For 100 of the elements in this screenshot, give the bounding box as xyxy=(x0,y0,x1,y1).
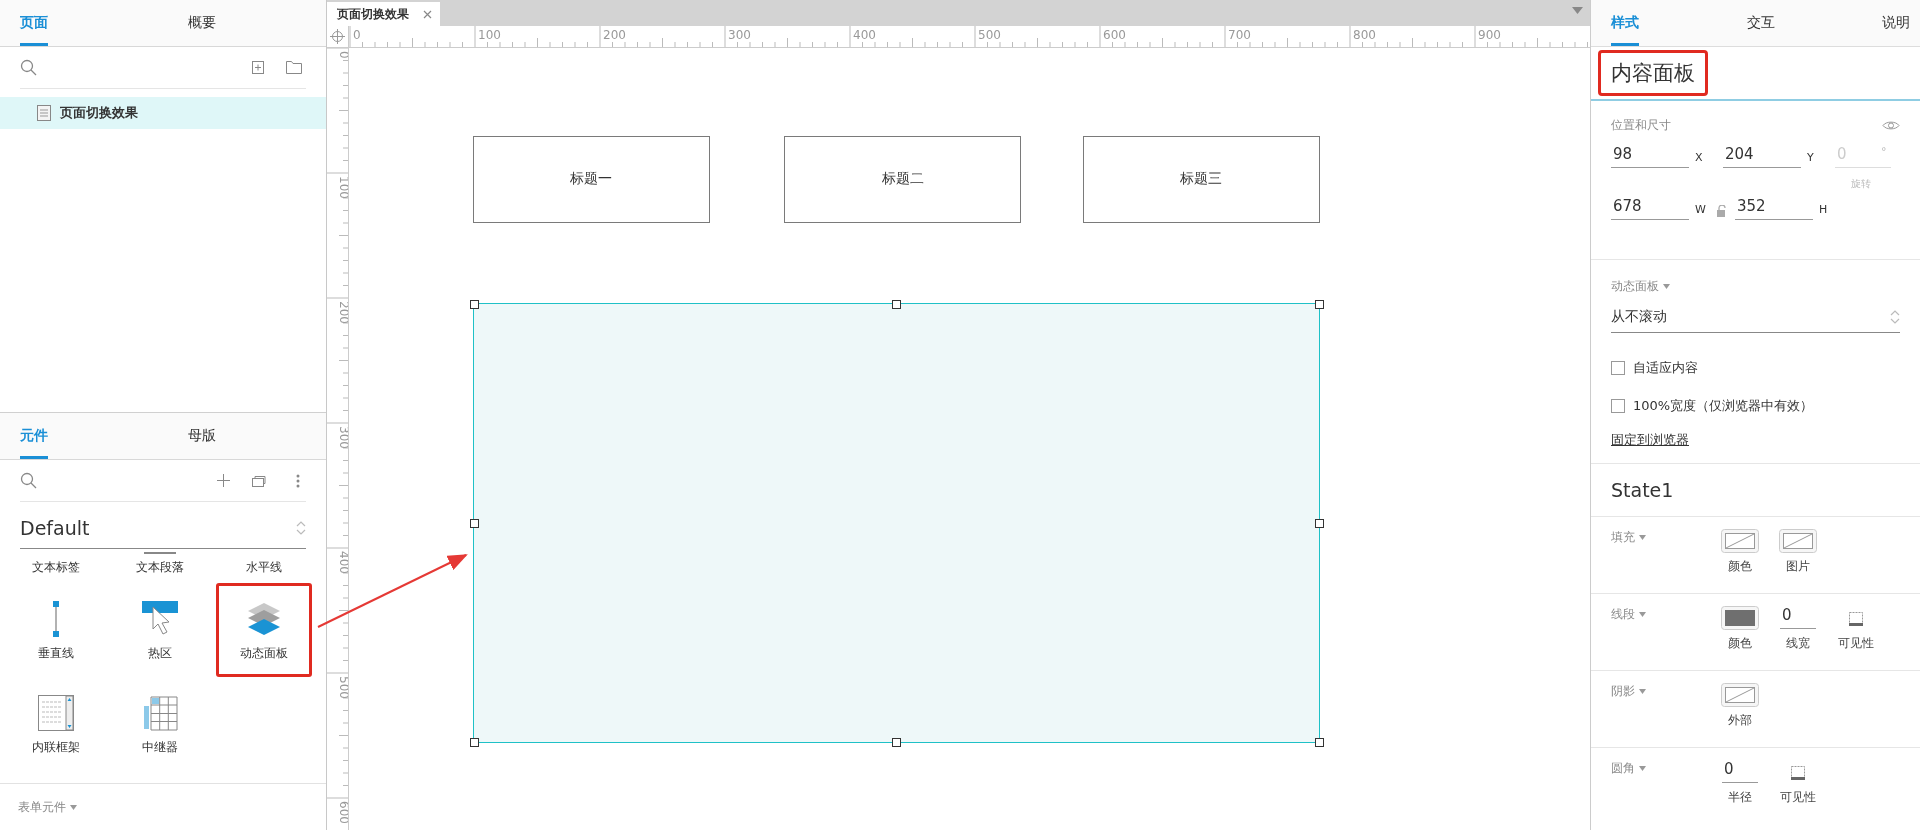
widget-item[interactable]: 文本段落 xyxy=(112,549,208,583)
color-swatch[interactable] xyxy=(1721,606,1759,630)
resize-handle[interactable] xyxy=(892,738,902,747)
vertical-line-icon xyxy=(51,601,61,637)
checkbox-label: 100%宽度（仅浏览器中有效） xyxy=(1633,397,1814,415)
page-item[interactable]: 页面切换效果 xyxy=(0,97,326,129)
unit-label: ° xyxy=(1881,144,1888,160)
folder-icon[interactable] xyxy=(286,61,302,74)
widget-label: 垂直线 xyxy=(38,645,74,662)
resize-handle[interactable] xyxy=(1315,300,1324,309)
widget-item[interactable]: 热区 xyxy=(112,583,208,677)
section-title[interactable]: 圆角 xyxy=(1611,759,1635,777)
section-title: 位置和尺寸 xyxy=(1611,116,1671,134)
caret-icon[interactable] xyxy=(1639,688,1646,694)
number-field[interactable]: 352 H xyxy=(1735,193,1831,220)
widget-label: 水平线 xyxy=(246,559,282,576)
document-tab[interactable]: 页面切换效果 xyxy=(327,2,440,26)
section-title[interactable]: 阴影 xyxy=(1611,682,1635,700)
title-box: 标题一 xyxy=(472,135,710,223)
empty-swatch[interactable] xyxy=(1721,529,1759,553)
property-caption: 外部 xyxy=(1728,712,1752,729)
empty-swatch[interactable] xyxy=(1779,529,1817,553)
inspector-tab[interactable]: 交互 xyxy=(1746,0,1775,46)
library-dropdown[interactable]: Default xyxy=(20,508,306,549)
search-icon[interactable] xyxy=(20,58,38,77)
widget-icon-edge xyxy=(144,552,176,554)
property-caption: 线宽 xyxy=(1786,635,1810,652)
number-field[interactable]: 0 xyxy=(1722,760,1758,783)
empty-swatch[interactable] xyxy=(1721,683,1759,707)
repeater-icon xyxy=(142,695,178,731)
inspector-tab[interactable]: 说明 xyxy=(1882,0,1910,46)
caret-icon[interactable] xyxy=(1639,534,1646,540)
updown-icon xyxy=(1890,309,1900,325)
pin-link[interactable]: 固定到浏览器 xyxy=(1611,431,1689,449)
resize-handle[interactable] xyxy=(1315,519,1324,528)
library-icon[interactable] xyxy=(252,474,268,487)
widget-label: 热区 xyxy=(148,645,172,662)
resize-handle[interactable] xyxy=(469,738,479,747)
search-icon[interactable] xyxy=(20,471,38,490)
section-title[interactable]: 填充 xyxy=(1611,528,1635,546)
inline-frame-icon xyxy=(38,695,74,731)
close-icon[interactable] xyxy=(423,9,432,19)
widget-item[interactable]: 文本标签 xyxy=(8,549,104,583)
resize-handle[interactable] xyxy=(469,300,479,309)
number-field[interactable]: 0 xyxy=(1780,606,1816,629)
caret-icon[interactable] xyxy=(1639,611,1646,617)
widget-label: 文本标签 xyxy=(32,559,80,576)
checkbox[interactable] xyxy=(1611,399,1625,413)
hotspot-icon xyxy=(142,601,178,637)
state-name: State1 xyxy=(1611,479,1674,501)
property-caption: 颜色 xyxy=(1728,635,1752,652)
page-icon xyxy=(37,105,51,121)
section-title[interactable]: 动态面板 xyxy=(1611,277,1659,295)
checkbox-label: 自适应内容 xyxy=(1633,359,1698,377)
lock-icon[interactable] xyxy=(1717,205,1727,217)
property-caption: 可见性 xyxy=(1780,789,1816,806)
field-caption: 旋转 xyxy=(1851,177,1871,191)
resize-handle[interactable] xyxy=(469,519,479,528)
checkbox[interactable] xyxy=(1611,361,1625,375)
caret-icon[interactable] xyxy=(70,804,77,810)
number-field[interactable]: 98 X xyxy=(1611,141,1707,168)
widget-item[interactable]: 水平线 xyxy=(216,549,312,583)
resize-handle[interactable] xyxy=(892,300,902,309)
eye-icon[interactable] xyxy=(1882,119,1900,131)
page-name[interactable]: 页面切换效果 xyxy=(60,104,138,122)
panel-tab[interactable]: 概要 xyxy=(188,0,216,46)
vertical-ruler: 0 100 200 300 400 500 600 xyxy=(327,48,349,830)
widget-item[interactable]: 中继器 xyxy=(112,677,208,771)
unit-label: Y xyxy=(1807,151,1815,166)
add-icon[interactable] xyxy=(217,474,230,487)
property-caption: 图片 xyxy=(1786,558,1810,575)
visibility-icon[interactable] xyxy=(1849,612,1863,626)
resize-handle[interactable] xyxy=(1315,738,1324,747)
property-caption: 半径 xyxy=(1728,789,1752,806)
caret-icon[interactable] xyxy=(1663,283,1670,289)
widget-item[interactable]: 垂直线 xyxy=(8,583,104,677)
layers-icon xyxy=(246,601,282,637)
caret-icon[interactable] xyxy=(1639,765,1646,771)
widget-label: 文本段落 xyxy=(136,559,184,576)
section-label[interactable]: 表单元件 xyxy=(18,798,66,816)
scroll-dropdown[interactable]: 从不滚动 xyxy=(1611,302,1900,333)
add-page-icon[interactable] xyxy=(252,61,264,74)
property-caption: 可见性 xyxy=(1838,635,1874,652)
widget-item[interactable]: 动态面板 xyxy=(216,583,312,677)
widget-item[interactable]: 内联框架 xyxy=(8,677,104,771)
horizontal-ruler: 0 100 200 300 400 500 600 700 800 900 xyxy=(349,26,1590,47)
visibility-icon[interactable] xyxy=(1791,766,1805,780)
widget-label: 动态面板 xyxy=(240,645,288,662)
updown-icon xyxy=(296,520,306,536)
more-icon[interactable] xyxy=(296,473,300,488)
number-field[interactable]: 678 W xyxy=(1611,193,1707,220)
crosshair-icon[interactable] xyxy=(327,26,349,47)
panel-tab[interactable]: 母版 xyxy=(188,413,216,459)
unit-label: W xyxy=(1695,203,1707,218)
unit-label: H xyxy=(1819,203,1829,218)
widget-name-field[interactable]: 内容面板 xyxy=(1598,50,1708,96)
number-field[interactable]: 204 Y xyxy=(1723,141,1819,168)
caret-icon[interactable] xyxy=(1572,7,1583,14)
widget-label: 中继器 xyxy=(142,739,178,756)
section-title[interactable]: 线段 xyxy=(1611,605,1635,623)
